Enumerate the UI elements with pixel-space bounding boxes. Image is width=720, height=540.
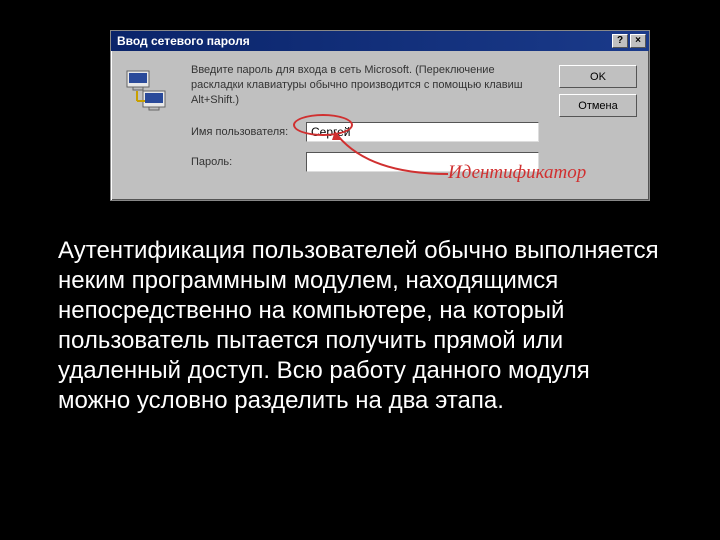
slide-body-text: Аутентификация пользователей обычно выпо… [58,236,668,416]
close-button[interactable]: × [630,34,646,48]
password-label: Пароль: [191,156,306,168]
instruction-text: Введите пароль для входа в сеть Microsof… [191,63,539,108]
username-input[interactable] [306,122,539,142]
dialog-title: Ввод сетевого пароля [117,34,612,48]
dialog-buttons: OK Отмена [559,65,637,117]
titlebar-buttons: ? × [612,34,646,48]
body-paragraph: Аутентификация пользователей обычно выпо… [58,236,668,416]
cancel-button[interactable]: Отмена [559,94,637,117]
ok-button[interactable]: OK [559,65,637,88]
help-button[interactable]: ? [612,34,628,48]
username-row: Имя пользователя: [191,122,539,142]
dialog-titlebar: Ввод сетевого пароля ? × [111,31,649,51]
identifier-annotation-label: Идентификатор [448,162,586,184]
network-computers-icon [125,69,169,113]
username-label: Имя пользователя: [191,126,306,138]
